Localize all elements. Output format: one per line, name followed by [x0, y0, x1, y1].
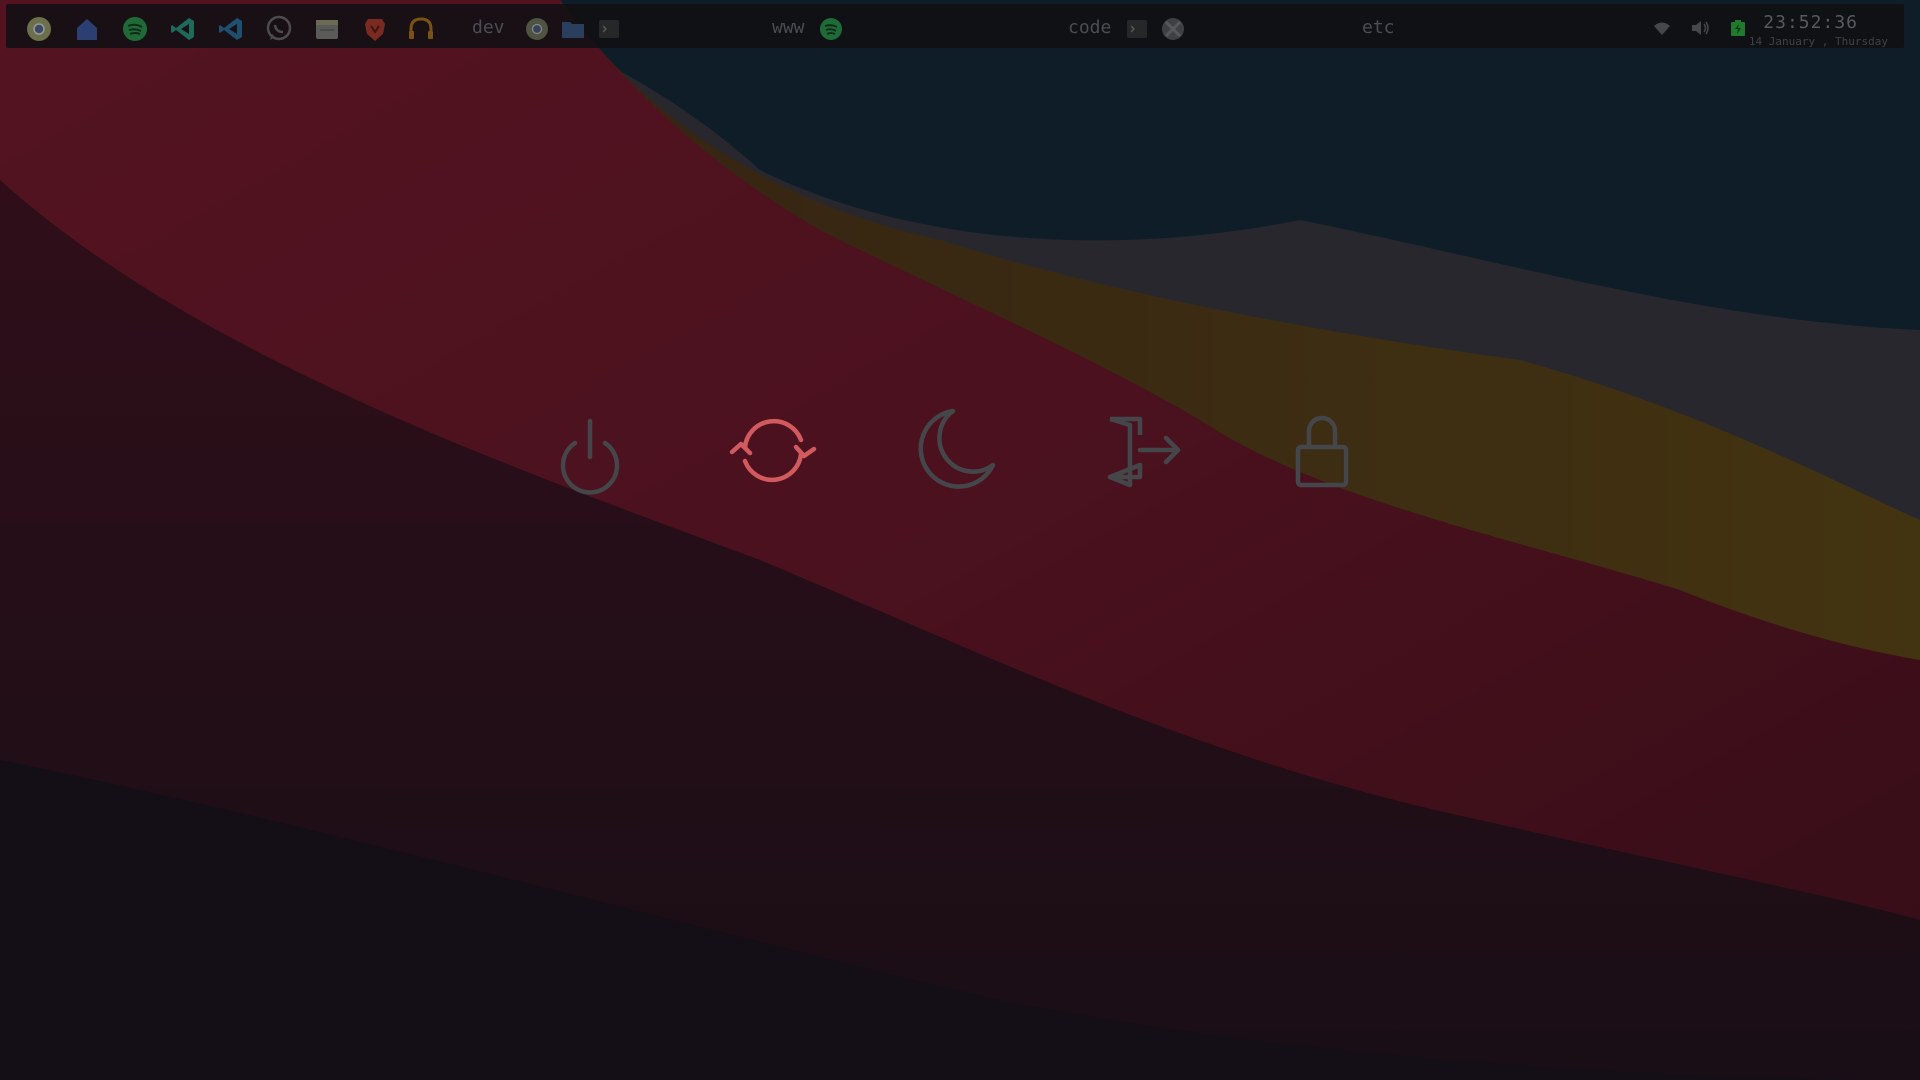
workspace-code-label[interactable]: code — [1068, 17, 1111, 39]
desktop: dev www code etc 23:52:36 14 January , T… — [0, 0, 1920, 1080]
whatsapp-icon[interactable] — [264, 14, 294, 44]
lock-option[interactable] — [1272, 400, 1372, 500]
volume-icon[interactable] — [1690, 18, 1710, 38]
power-menu — [540, 400, 1360, 500]
moon-icon — [918, 408, 996, 489]
terminal-icon[interactable] — [596, 16, 622, 42]
shutdown-option[interactable] — [540, 400, 640, 500]
chrome-icon[interactable] — [24, 14, 54, 44]
reboot-icon — [729, 418, 817, 483]
chrome-icon[interactable] — [524, 16, 550, 42]
vpn-icon[interactable] — [1160, 16, 1186, 42]
workspace-dev-label[interactable]: dev — [472, 17, 505, 39]
workspace-etc-label[interactable]: etc — [1362, 17, 1395, 39]
terminal-icon[interactable] — [1124, 16, 1150, 42]
reboot-option[interactable] — [723, 400, 823, 500]
spotify-icon[interactable] — [120, 14, 150, 44]
battery-icon[interactable] — [1728, 18, 1748, 38]
wifi-icon[interactable] — [1652, 18, 1672, 38]
dim-overlay — [0, 0, 1920, 1080]
power-icon — [560, 418, 620, 495]
folder-icon[interactable] — [560, 16, 586, 42]
clock-time: 23:52:36 — [1763, 12, 1858, 33]
vscode-icon[interactable] — [168, 14, 198, 44]
top-panel: dev www code etc 23:52:36 14 January , T… — [6, 4, 1904, 48]
vscode-insiders-icon[interactable] — [216, 14, 246, 44]
spotify-icon[interactable] — [818, 16, 844, 42]
logout-option[interactable] — [1089, 400, 1189, 500]
notes-icon[interactable] — [312, 14, 342, 44]
lock-icon — [1295, 415, 1349, 488]
clock-date: 14 January , Thursday — [1748, 35, 1888, 48]
headset-icon[interactable] — [406, 14, 436, 44]
logout-icon — [1107, 416, 1181, 488]
files-icon[interactable] — [72, 14, 102, 44]
workspace-www-label[interactable]: www — [772, 17, 805, 39]
brave-icon[interactable] — [360, 14, 390, 44]
suspend-option[interactable] — [906, 400, 1006, 500]
